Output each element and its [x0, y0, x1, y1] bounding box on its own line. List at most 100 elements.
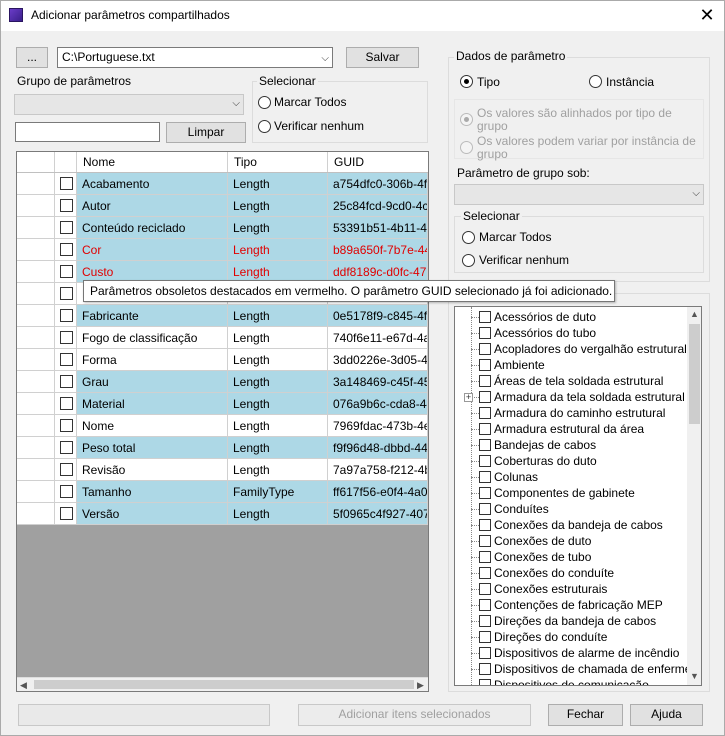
row-checkbox[interactable]: [60, 199, 73, 212]
category-checkbox[interactable]: [479, 455, 491, 467]
row-selector[interactable]: [17, 195, 55, 217]
category-item[interactable]: Conexões estruturais: [455, 581, 685, 597]
check-none-radio-left[interactable]: [258, 120, 271, 133]
row-selector[interactable]: [17, 349, 55, 371]
check-none-label-right[interactable]: Verificar nenhum: [479, 253, 569, 267]
category-item[interactable]: Conexões de tubo: [455, 549, 685, 565]
instance-radio-label[interactable]: Instância: [606, 75, 654, 89]
check-all-label-left[interactable]: Marcar Todos: [274, 95, 346, 109]
column-header-guid[interactable]: GUID: [328, 152, 428, 172]
check-all-label-right[interactable]: Marcar Todos: [479, 230, 551, 244]
parameters-grid[interactable]: Nome Tipo GUID Acabamento Length a754dfc0-…: [16, 151, 429, 692]
aligned-radio-label[interactable]: Os valores são alinhados por tipo de gru…: [477, 107, 702, 133]
category-checkbox[interactable]: [479, 439, 491, 451]
category-item[interactable]: Armadura do caminho estrutural: [455, 405, 685, 421]
row-selector[interactable]: [17, 481, 55, 503]
category-item[interactable]: Conexões da bandeja de cabos: [455, 517, 685, 533]
row-checkbox[interactable]: [60, 463, 73, 476]
save-button[interactable]: Salvar: [346, 47, 419, 68]
table-row[interactable]: GrauLength3a148469-c45f-458a: [17, 371, 428, 393]
scroll-thumb[interactable]: [34, 680, 414, 689]
row-checkbox[interactable]: [60, 485, 73, 498]
group-under-combo[interactable]: ⌵: [454, 184, 704, 205]
scroll-left-icon[interactable]: ◀: [20, 680, 27, 691]
vary-radio-label[interactable]: Os valores podem variar por instância de…: [477, 135, 702, 161]
add-selected-button[interactable]: Adicionar itens selecionados: [298, 704, 531, 726]
category-item[interactable]: Acessórios do tubo: [455, 325, 685, 341]
scroll-up-icon[interactable]: ▲: [690, 309, 699, 319]
row-selector[interactable]: [17, 217, 55, 239]
row-selector[interactable]: [17, 393, 55, 415]
category-checkbox[interactable]: [479, 551, 491, 563]
row-checkbox[interactable]: [60, 331, 73, 344]
row-selector[interactable]: [17, 239, 55, 261]
table-row[interactable]: MaterialLength076a9b6c-cda8-44ea: [17, 393, 428, 415]
table-row[interactable]: Conteúdo recicladoLength53391b51-4b11-4e…: [17, 217, 428, 239]
param-group-combo[interactable]: ⌵: [14, 94, 244, 115]
row-checkbox[interactable]: [60, 507, 73, 520]
table-row[interactable]: Peso totalLengthf9f96d48-dbbd-4424-: [17, 437, 428, 459]
category-checkbox[interactable]: [479, 503, 491, 515]
category-item[interactable]: Bandejas de cabos: [455, 437, 685, 453]
row-selector[interactable]: [17, 459, 55, 481]
table-row[interactable]: AcabamentoLengtha754dfc0-306b-4f5f-8: [17, 173, 428, 195]
row-checkbox[interactable]: [60, 243, 73, 256]
category-checkbox[interactable]: [479, 391, 491, 403]
table-row[interactable]: VersãoLength5f0965c4f927-407e-: [17, 503, 428, 525]
horizontal-scrollbar[interactable]: ◀ ▶: [17, 677, 428, 691]
column-header-name[interactable]: Nome: [77, 152, 228, 172]
help-button[interactable]: Ajuda: [630, 704, 703, 726]
category-item[interactable]: Coberturas do duto: [455, 453, 685, 469]
row-selector[interactable]: [17, 371, 55, 393]
clear-button[interactable]: Limpar: [166, 122, 246, 143]
category-checkbox[interactable]: [479, 567, 491, 579]
category-item[interactable]: Dispositivos de chamada de enfermeira: [455, 661, 701, 677]
category-checkbox[interactable]: [479, 375, 491, 387]
category-checkbox[interactable]: [479, 311, 491, 323]
categories-tree[interactable]: Acessórios de duto Acessórios do tubo Acop…: [454, 306, 702, 686]
row-checkbox[interactable]: [60, 287, 73, 300]
category-checkbox[interactable]: [479, 615, 491, 627]
instance-radio[interactable]: [589, 75, 602, 88]
category-checkbox[interactable]: [479, 407, 491, 419]
close-icon[interactable]: ✕: [697, 5, 717, 25]
row-selector[interactable]: [17, 327, 55, 349]
category-checkbox[interactable]: [479, 471, 491, 483]
file-path-combo[interactable]: C:\Portuguese.txt ⌵: [57, 47, 333, 68]
scroll-down-icon[interactable]: ▼: [690, 671, 699, 681]
category-checkbox[interactable]: [479, 679, 491, 685]
table-row[interactable]: TamanhoFamilyTypeff617f56-e0f4-4a07-a: [17, 481, 428, 503]
category-item[interactable]: Conduítes: [455, 501, 685, 517]
row-selector[interactable]: [17, 173, 55, 195]
type-radio[interactable]: [460, 75, 473, 88]
row-checkbox[interactable]: [60, 375, 73, 388]
table-row[interactable]: FabricanteLength0e5178f9-c845-4f3c-: [17, 305, 428, 327]
row-checkbox[interactable]: [60, 441, 73, 454]
category-checkbox[interactable]: [479, 519, 491, 531]
row-selector[interactable]: [17, 283, 55, 305]
table-row[interactable]: FormaLength3dd0226e-3d05-402a: [17, 349, 428, 371]
category-item[interactable]: Colunas: [455, 469, 685, 485]
category-item[interactable]: + Armadura da tela soldada estrutural: [455, 389, 685, 405]
row-checkbox[interactable]: [60, 397, 73, 410]
browse-button[interactable]: ...: [16, 47, 48, 68]
check-all-radio-right[interactable]: [462, 231, 475, 244]
table-row[interactable]: RevisãoLength7a97a758-f212-4b3d: [17, 459, 428, 481]
scroll-thumb[interactable]: [689, 324, 700, 424]
row-selector[interactable]: [17, 415, 55, 437]
check-none-radio-right[interactable]: [462, 254, 475, 267]
category-item[interactable]: Conexões do conduíte: [455, 565, 685, 581]
row-selector[interactable]: [17, 305, 55, 327]
category-item[interactable]: Acessórios de duto: [455, 309, 685, 325]
category-item[interactable]: Componentes de gabinete: [455, 485, 685, 501]
row-checkbox[interactable]: [60, 221, 73, 234]
type-radio-label[interactable]: Tipo: [477, 75, 500, 89]
category-checkbox[interactable]: [479, 327, 491, 339]
expand-icon[interactable]: +: [464, 393, 473, 402]
category-item[interactable]: Conexões de duto: [455, 533, 685, 549]
category-checkbox[interactable]: [479, 535, 491, 547]
row-checkbox[interactable]: [60, 265, 73, 278]
check-all-radio-left[interactable]: [258, 96, 271, 109]
row-checkbox[interactable]: [60, 309, 73, 322]
vary-radio[interactable]: [460, 141, 473, 154]
